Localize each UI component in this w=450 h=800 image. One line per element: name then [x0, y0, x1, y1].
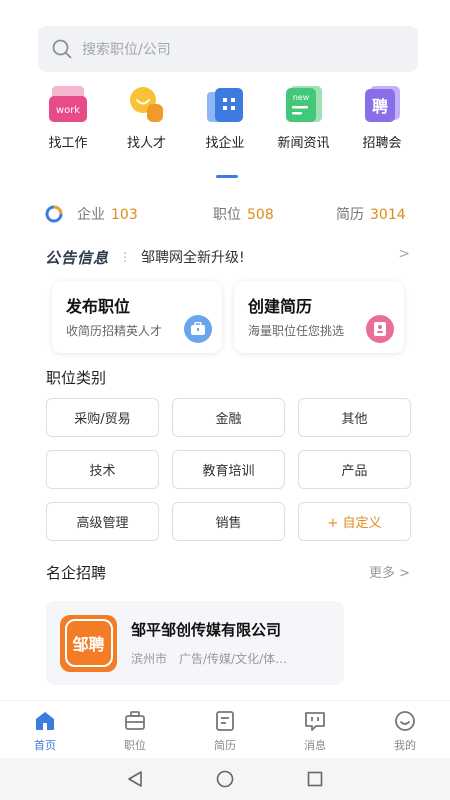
company-card[interactable]: 邹聘 邹平邹创传媒有限公司 滨州市 广告/传媒/文化/体…: [46, 601, 344, 685]
tab-label: 消息: [304, 739, 326, 752]
news-icon: new: [285, 86, 322, 122]
tab-jobs[interactable]: 职位: [105, 709, 165, 758]
stat-label: 简历: [336, 207, 364, 223]
chevron-right-icon: >: [398, 246, 410, 262]
company-industry: 广告/传媒/文化/体…: [179, 652, 288, 666]
tab-resume[interactable]: 简历: [195, 709, 255, 758]
tab-profile[interactable]: 我的: [375, 709, 435, 758]
category-item[interactable]: 销售: [172, 502, 285, 541]
company-city: 滨州市: [131, 652, 168, 666]
notice-bar[interactable]: 公告信息 ⋮ 邹聘网全新升级! >: [45, 246, 410, 268]
category-item[interactable]: 高级管理: [46, 502, 159, 541]
category-item[interactable]: 采购/贸易: [46, 398, 159, 437]
home-button-icon[interactable]: [215, 769, 235, 789]
work-folder-icon: work: [49, 86, 87, 122]
search-bar[interactable]: 搜索职位/公司: [38, 26, 418, 72]
company-name: 邹平邹创传媒有限公司: [131, 621, 282, 639]
quick-nav-label: 新闻资讯: [277, 136, 330, 151]
quick-nav-label: 找人才: [126, 136, 166, 151]
resume-icon: [366, 315, 394, 343]
quick-nav-label: 找企业: [205, 136, 245, 151]
stat-label: 企业: [77, 207, 105, 223]
company-logo: 邹聘: [60, 614, 117, 672]
stat-value: 508: [247, 207, 274, 223]
tab-label: 首页: [34, 739, 56, 752]
create-resume-card[interactable]: 创建简历 海量职位任您挑选: [234, 281, 404, 353]
building-icon: [207, 88, 243, 122]
category-item[interactable]: 产品: [298, 450, 411, 489]
quick-nav-label: 招聘会: [362, 136, 402, 151]
back-icon[interactable]: [125, 769, 145, 789]
quick-nav-find-talent[interactable]: 找人才: [109, 82, 185, 151]
stat-label: 职位: [213, 207, 241, 223]
search-input[interactable]: 搜索职位/公司: [82, 39, 171, 59]
separator-dots-icon: ⋮: [119, 250, 132, 264]
new-badge: new: [292, 93, 309, 102]
bottom-tab-bar: 首页 职位 简历 消息 我的: [0, 700, 450, 758]
card-title: 发布职位: [66, 297, 131, 316]
tab-home[interactable]: 首页: [15, 709, 75, 758]
quick-nav-job-fair[interactable]: 聘 招聘会: [344, 82, 420, 151]
person-icon: [129, 87, 163, 122]
job-fair-badge: 聘: [372, 97, 388, 116]
recents-icon[interactable]: [305, 769, 325, 789]
stat-jobs[interactable]: 职位 508: [213, 204, 274, 224]
home-icon: [36, 712, 54, 730]
page-indicator: [216, 175, 238, 178]
stat-companies[interactable]: 企业 103: [77, 204, 138, 224]
category-item[interactable]: 其他: [298, 398, 411, 437]
system-nav-bar: [0, 758, 450, 800]
quick-nav-find-job[interactable]: work 找工作: [30, 82, 106, 151]
resume-icon: [216, 711, 234, 731]
site-logo-icon: [45, 205, 63, 223]
stat-resumes[interactable]: 简历 3014: [336, 204, 406, 224]
job-fair-icon: 聘: [365, 86, 400, 122]
quick-nav: work 找工作 找人才 找企业 new 新闻资讯 聘 招聘会: [30, 82, 420, 151]
featured-title: 名企招聘: [46, 564, 107, 582]
stat-value: 3014: [370, 207, 406, 223]
notice-brand: 公告信息: [45, 248, 110, 267]
briefcase-icon: [184, 315, 212, 343]
stats-row: 企业 103 职位 508 简历 3014: [45, 200, 410, 228]
category-item[interactable]: 教育培训: [172, 450, 285, 489]
category-item[interactable]: 金融: [172, 398, 285, 437]
work-badge: work: [56, 105, 80, 116]
add-custom-category-button[interactable]: + 自定义: [298, 502, 411, 541]
briefcase-icon: [125, 711, 145, 730]
stat-value: 103: [111, 207, 138, 223]
quick-nav-find-company[interactable]: 找企业: [187, 82, 263, 151]
tab-messages[interactable]: 消息: [285, 709, 345, 758]
more-link[interactable]: 更多 >: [369, 562, 410, 581]
message-icon: [305, 712, 325, 731]
search-icon: [52, 39, 72, 59]
quick-nav-news[interactable]: new 新闻资讯: [266, 82, 342, 151]
category-item[interactable]: 技术: [46, 450, 159, 489]
categories-title: 职位类别: [46, 369, 107, 387]
tab-label: 我的: [394, 739, 416, 752]
category-grid: 采购/贸易 金融 其他 技术 教育培训 产品 高级管理 销售 + 自定义: [46, 398, 411, 541]
quick-nav-label: 找工作: [48, 136, 88, 151]
tab-label: 简历: [214, 739, 236, 752]
card-title: 创建简历: [248, 297, 313, 316]
tab-label: 职位: [124, 739, 146, 752]
notice-text: 邹聘网全新升级!: [141, 250, 245, 266]
profile-icon: [395, 711, 415, 731]
post-job-card[interactable]: 发布职位 收简历招精英人才: [52, 281, 222, 353]
company-logo-text: 邹聘: [64, 619, 113, 667]
